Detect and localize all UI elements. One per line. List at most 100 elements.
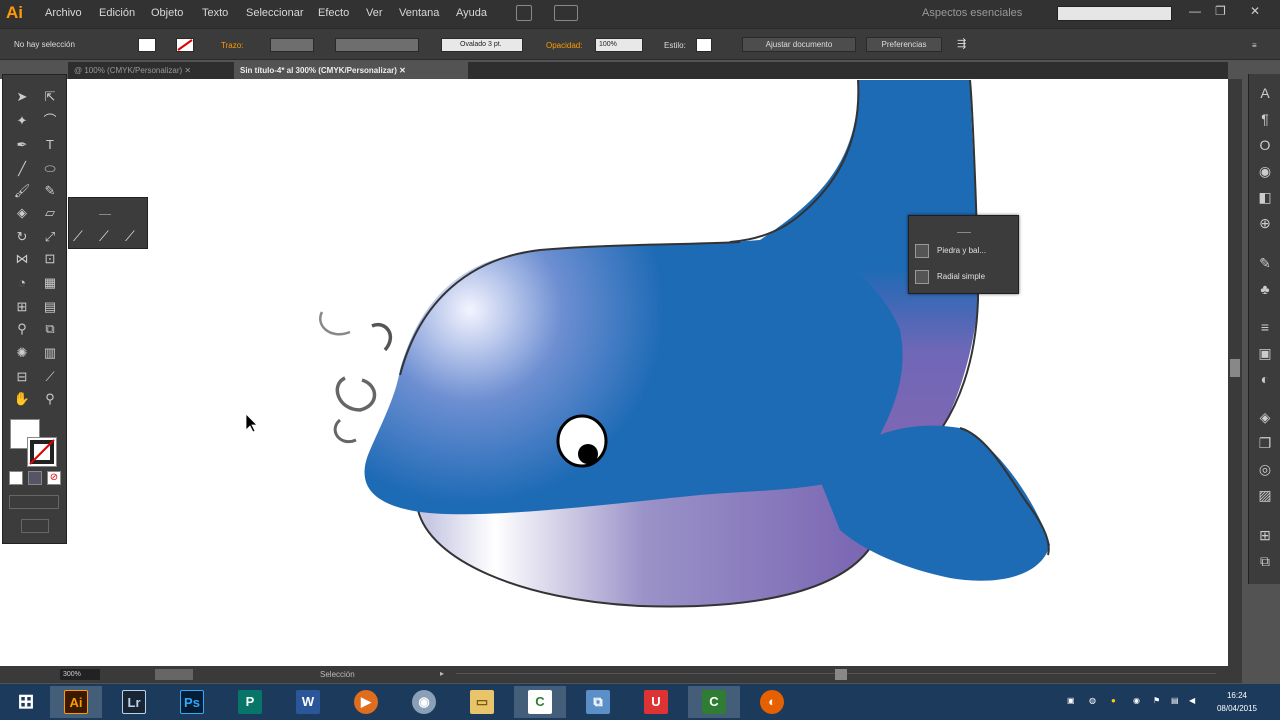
width-tool-icon[interactable]: ⋈	[11, 249, 33, 269]
taskbar-media-player[interactable]: ▶	[340, 686, 392, 718]
selection-tool-icon[interactable]: ➤	[11, 87, 33, 107]
draw-mode-icon[interactable]	[9, 495, 59, 509]
status-menu-icon[interactable]: ▸	[440, 669, 444, 678]
variable-width-field[interactable]	[335, 38, 419, 52]
preferences-button[interactable]: Preferencias	[866, 37, 942, 52]
rotate-tool-icon[interactable]: ↻	[11, 227, 33, 247]
stroke-weight-field[interactable]	[270, 38, 314, 52]
ellipse-tool-icon[interactable]: ⬭	[39, 159, 61, 179]
menu-ver[interactable]: Ver	[366, 7, 383, 19]
stroke-color-box[interactable]	[27, 437, 57, 467]
magic-wand-tool-icon[interactable]: ✦	[11, 111, 33, 131]
taskbar-lightroom[interactable]: Lr	[108, 686, 160, 718]
system-clock[interactable]: 16:24 08/04/2015	[1207, 689, 1267, 715]
style-swatch[interactable]	[696, 38, 712, 52]
lasso-tool-icon[interactable]: ⌒	[39, 111, 61, 131]
paragraph-panel-icon[interactable]: ¶	[1256, 110, 1274, 128]
mesh-tool-icon[interactable]: ⊞	[11, 297, 33, 317]
brush-1-icon[interactable]: ⟋	[73, 228, 83, 245]
tray-icon[interactable]: ●	[1111, 696, 1116, 705]
opacity-field[interactable]: 100%	[595, 38, 643, 52]
opentype-panel-icon[interactable]: O	[1256, 136, 1274, 154]
network-icon[interactable]: ▤	[1171, 696, 1179, 705]
fill-swatch[interactable]	[138, 38, 156, 52]
search-input[interactable]	[1057, 6, 1172, 21]
tab-document-1[interactable]: @ 100% (CMYK/Personalizar) ✕	[68, 62, 230, 79]
menu-objeto[interactable]: Objeto	[151, 7, 183, 19]
artboard-navigation[interactable]	[155, 669, 193, 680]
taskbar-app-7[interactable]: ◉	[398, 686, 450, 718]
column-graph-tool-icon[interactable]: ▥	[39, 343, 61, 363]
paintbrush-tool-icon[interactable]: 🖌	[11, 181, 33, 201]
horizontal-scroll-thumb[interactable]	[835, 669, 847, 680]
eraser-tool-icon[interactable]: ▱	[39, 203, 61, 223]
symbol-sprayer-tool-icon[interactable]: ✺	[11, 343, 33, 363]
menu-archivo[interactable]: Archivo	[45, 7, 82, 19]
eyedropper-tool-icon[interactable]: ⚲	[11, 319, 33, 339]
workspace-switcher[interactable]: Aspectos esenciales	[922, 7, 1022, 19]
gradient-tool-icon[interactable]: ▤	[39, 297, 61, 317]
transparency-panel-icon[interactable]: ◐	[1256, 370, 1274, 388]
graphic-styles-icon[interactable]: ▨	[1256, 486, 1274, 504]
menu-ventana[interactable]: Ventana	[399, 7, 439, 19]
color-guide-icon[interactable]: ◧	[1256, 188, 1274, 206]
taskbar-firefox[interactable]: ◐	[746, 686, 798, 718]
taskbar-illustrator[interactable]: Ai	[50, 686, 102, 718]
menu-seleccionar[interactable]: Seleccionar	[246, 7, 303, 19]
menu-texto[interactable]: Texto	[202, 7, 228, 19]
artboard-tool-icon[interactable]: ⊟	[11, 367, 33, 387]
artboards-panel-icon[interactable]: ❐	[1256, 434, 1274, 452]
taskbar-app-10[interactable]: ⧉	[572, 686, 624, 718]
brush-definition-field[interactable]: Ovalado 3 pt.	[441, 38, 523, 52]
gradient-item-1[interactable]: Piedra y bal...	[915, 242, 1015, 260]
color-mode-icon[interactable]	[9, 471, 23, 485]
arrange-documents-icon[interactable]	[554, 5, 578, 21]
gradient-mode-icon[interactable]	[28, 471, 42, 485]
scrollbar-thumb[interactable]	[1230, 359, 1240, 377]
minimize-icon[interactable]: —	[1189, 4, 1201, 18]
zoom-tool-icon[interactable]: ⚲	[39, 389, 61, 409]
brush-2-icon[interactable]: ⟋	[99, 228, 109, 245]
line-tool-icon[interactable]: ╱	[11, 159, 33, 179]
close-icon[interactable]: ✕	[1250, 4, 1260, 18]
stroke-panel-icon[interactable]: ≡	[1256, 318, 1274, 336]
layers-panel-icon[interactable]: ◈	[1256, 408, 1274, 426]
pencil-tool-icon[interactable]: ✎	[39, 181, 61, 201]
artboard[interactable]	[68, 79, 1228, 666]
gradient-panel-icon[interactable]: ▣	[1256, 344, 1274, 362]
brushes-panel-icon[interactable]: ✎	[1256, 254, 1274, 272]
taskbar-word[interactable]: W	[282, 686, 334, 718]
brush-3-icon[interactable]: ⟋	[125, 228, 135, 245]
perspective-grid-tool-icon[interactable]: ▦	[39, 273, 61, 293]
blob-brush-tool-icon[interactable]: ◈	[11, 203, 33, 223]
taskbar-publisher[interactable]: P	[224, 686, 276, 718]
taskbar-file-explorer[interactable]: ▭	[456, 686, 508, 718]
vertical-scrollbar[interactable]	[1228, 79, 1242, 666]
hand-tool-icon[interactable]: ✋	[11, 389, 33, 409]
screen-mode-icon[interactable]	[21, 519, 49, 533]
zoom-field[interactable]: 300%	[60, 669, 100, 680]
document-setup-button[interactable]: Ajustar documento	[742, 37, 856, 52]
tray-icon[interactable]: ◍	[1089, 696, 1096, 705]
panel-options-icon[interactable]: ⇶	[957, 37, 966, 50]
menu-ayuda[interactable]: Ayuda	[456, 7, 487, 19]
gradient-item-2[interactable]: Radial simple	[915, 268, 1015, 286]
shape-builder-tool-icon[interactable]: ◔	[11, 273, 33, 293]
tab-document-2[interactable]: Sin título-4* al 300% (CMYK/Personalizar…	[234, 62, 468, 79]
brushes-panel[interactable]: ⟋ ⟋ ⟋	[68, 197, 148, 249]
blend-tool-icon[interactable]: ⧉	[39, 319, 61, 339]
start-button[interactable]: ⊞	[0, 686, 52, 718]
direct-selection-tool-icon[interactable]: ⇱	[39, 87, 61, 107]
character-panel-icon[interactable]: A	[1256, 84, 1274, 102]
gradient-swatches-panel[interactable]: Piedra y bal... Radial simple	[908, 215, 1019, 294]
bridge-icon[interactable]	[516, 5, 532, 21]
tray-icon[interactable]: ◉	[1133, 696, 1140, 705]
stroke-swatch[interactable]	[176, 38, 194, 52]
slice-tool-icon[interactable]: ⟋	[39, 367, 61, 387]
appearance-panel-icon[interactable]: ◎	[1256, 460, 1274, 478]
menu-edicion[interactable]: Edición	[99, 7, 135, 19]
swatches-panel-icon[interactable]: ⊕	[1256, 214, 1274, 232]
none-mode-icon[interactable]: ⊘	[47, 471, 61, 485]
free-transform-tool-icon[interactable]: ⊡	[39, 249, 61, 269]
tray-icon[interactable]: ▣	[1067, 696, 1075, 705]
